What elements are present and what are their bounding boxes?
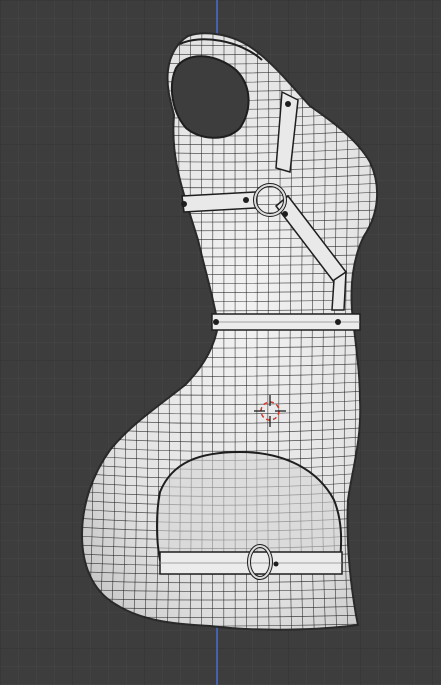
3d-viewport[interactable] [0,0,441,685]
